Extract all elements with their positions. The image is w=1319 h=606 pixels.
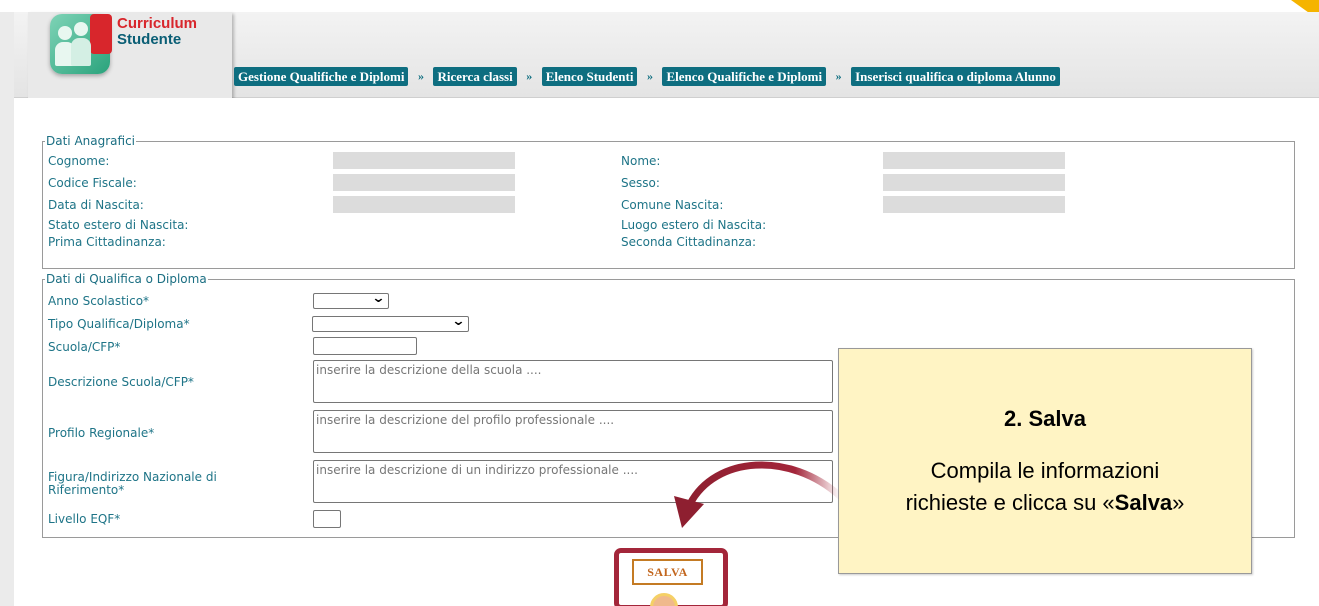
scuola-cfp-input[interactable] — [313, 337, 417, 355]
scuola-cfp-label: Scuola/CFP* — [48, 340, 121, 354]
breadcrumb-ricerca-classi[interactable]: Ricerca classi — [433, 67, 517, 86]
callout-line1: Compila le informazioni — [930, 458, 1160, 483]
breadcrumb-separator: » — [646, 69, 653, 83]
tipo-qualifica-label: Tipo Qualifica/Diploma* — [48, 317, 190, 331]
figura-label-line2: Riferimento* — [48, 483, 125, 497]
breadcrumb-separator: » — [417, 69, 424, 83]
app-logo[interactable]: Curriculum Studente — [28, 12, 232, 98]
callout-line2: richieste e clicca su «Salva» — [839, 487, 1251, 519]
app-title-line2: Studente — [117, 31, 182, 48]
breadcrumb-elenco-qualifiche[interactable]: Elenco Qualifiche e Diplomi — [662, 67, 827, 86]
comune-nascita-value — [883, 196, 1065, 213]
tipo-qualifica-select[interactable]: ⌄ — [312, 314, 469, 332]
qualifica-legend: Dati di Qualifica o Diploma — [46, 272, 207, 286]
prima-cittadinanza-label: Prima Cittadinanza: — [48, 235, 166, 249]
anno-scolastico-label: Anno Scolastico* — [48, 294, 150, 308]
breadcrumb-inserisci-qualifica[interactable]: Inserisci qualifica o diploma Alunno — [851, 67, 1060, 86]
livello-eqf-label: Livello EQF* — [48, 512, 121, 526]
cognome-label: Cognome: — [48, 154, 110, 168]
cognome-value — [333, 152, 515, 169]
instruction-callout: 2. Salva Compila le informazioni richies… — [838, 348, 1252, 574]
breadcrumb-gestione[interactable]: Gestione Qualifiche e Diplomi — [234, 67, 409, 86]
chevron-down-icon: ⌄ — [451, 314, 466, 329]
data-nascita-value — [333, 196, 515, 213]
stato-estero-label: Stato estero di Nascita: — [48, 218, 189, 232]
breadcrumb-separator: » — [526, 69, 533, 83]
students-icon — [50, 14, 112, 74]
callout-line2-suffix: » — [1172, 490, 1185, 515]
data-nascita-label: Data di Nascita: — [48, 198, 144, 212]
callout-line2-prefix: richieste e clicca su « — [905, 490, 1115, 515]
nome-value — [883, 152, 1065, 169]
descrizione-scuola-textarea[interactable]: inserire la descrizione della scuola ...… — [313, 360, 833, 403]
codice-fiscale-value — [333, 174, 515, 191]
breadcrumb-elenco-studenti[interactable]: Elenco Studenti — [541, 67, 638, 86]
breadcrumb: Gestione Qualifiche e Diplomi » Ricerca … — [234, 67, 1060, 86]
figura-label-line1: Figura/Indirizzo Nazionale di — [48, 470, 217, 484]
top-strip — [0, 0, 1319, 12]
app-title-line1: Curriculum — [117, 15, 198, 32]
callout-title: 2. Salva — [1004, 406, 1086, 431]
save-button[interactable]: SALVA — [632, 559, 703, 585]
livello-eqf-input[interactable] — [313, 510, 341, 528]
anno-scolastico-select[interactable]: ⌄ — [313, 291, 389, 309]
comune-nascita-label: Comune Nascita: — [621, 198, 724, 212]
nome-label: Nome: — [621, 154, 661, 168]
seconda-cittadinanza-label: Seconda Cittadinanza: — [621, 235, 757, 249]
curved-arrow-icon — [674, 461, 844, 528]
chevron-down-icon: ⌄ — [371, 291, 386, 306]
breadcrumb-separator: » — [835, 69, 842, 83]
callout-line2-bold: Salva — [1114, 490, 1173, 515]
profilo-regionale-label: Profilo Regionale* — [48, 426, 155, 440]
descrizione-scuola-label: Descrizione Scuola/CFP* — [48, 375, 194, 389]
app-title: Curriculum Studente — [117, 16, 197, 48]
sesso-label: Sesso: — [621, 176, 660, 190]
luogo-estero-label: Luogo estero di Nascita: — [621, 218, 767, 232]
anagrafici-legend: Dati Anagrafici — [46, 134, 136, 148]
callout-text: Compila le informazioni richieste e clic… — [839, 455, 1251, 519]
codice-fiscale-label: Codice Fiscale: — [48, 176, 137, 190]
profilo-regionale-textarea[interactable]: inserire la descrizione del profilo prof… — [313, 410, 833, 453]
sesso-value — [883, 174, 1065, 191]
